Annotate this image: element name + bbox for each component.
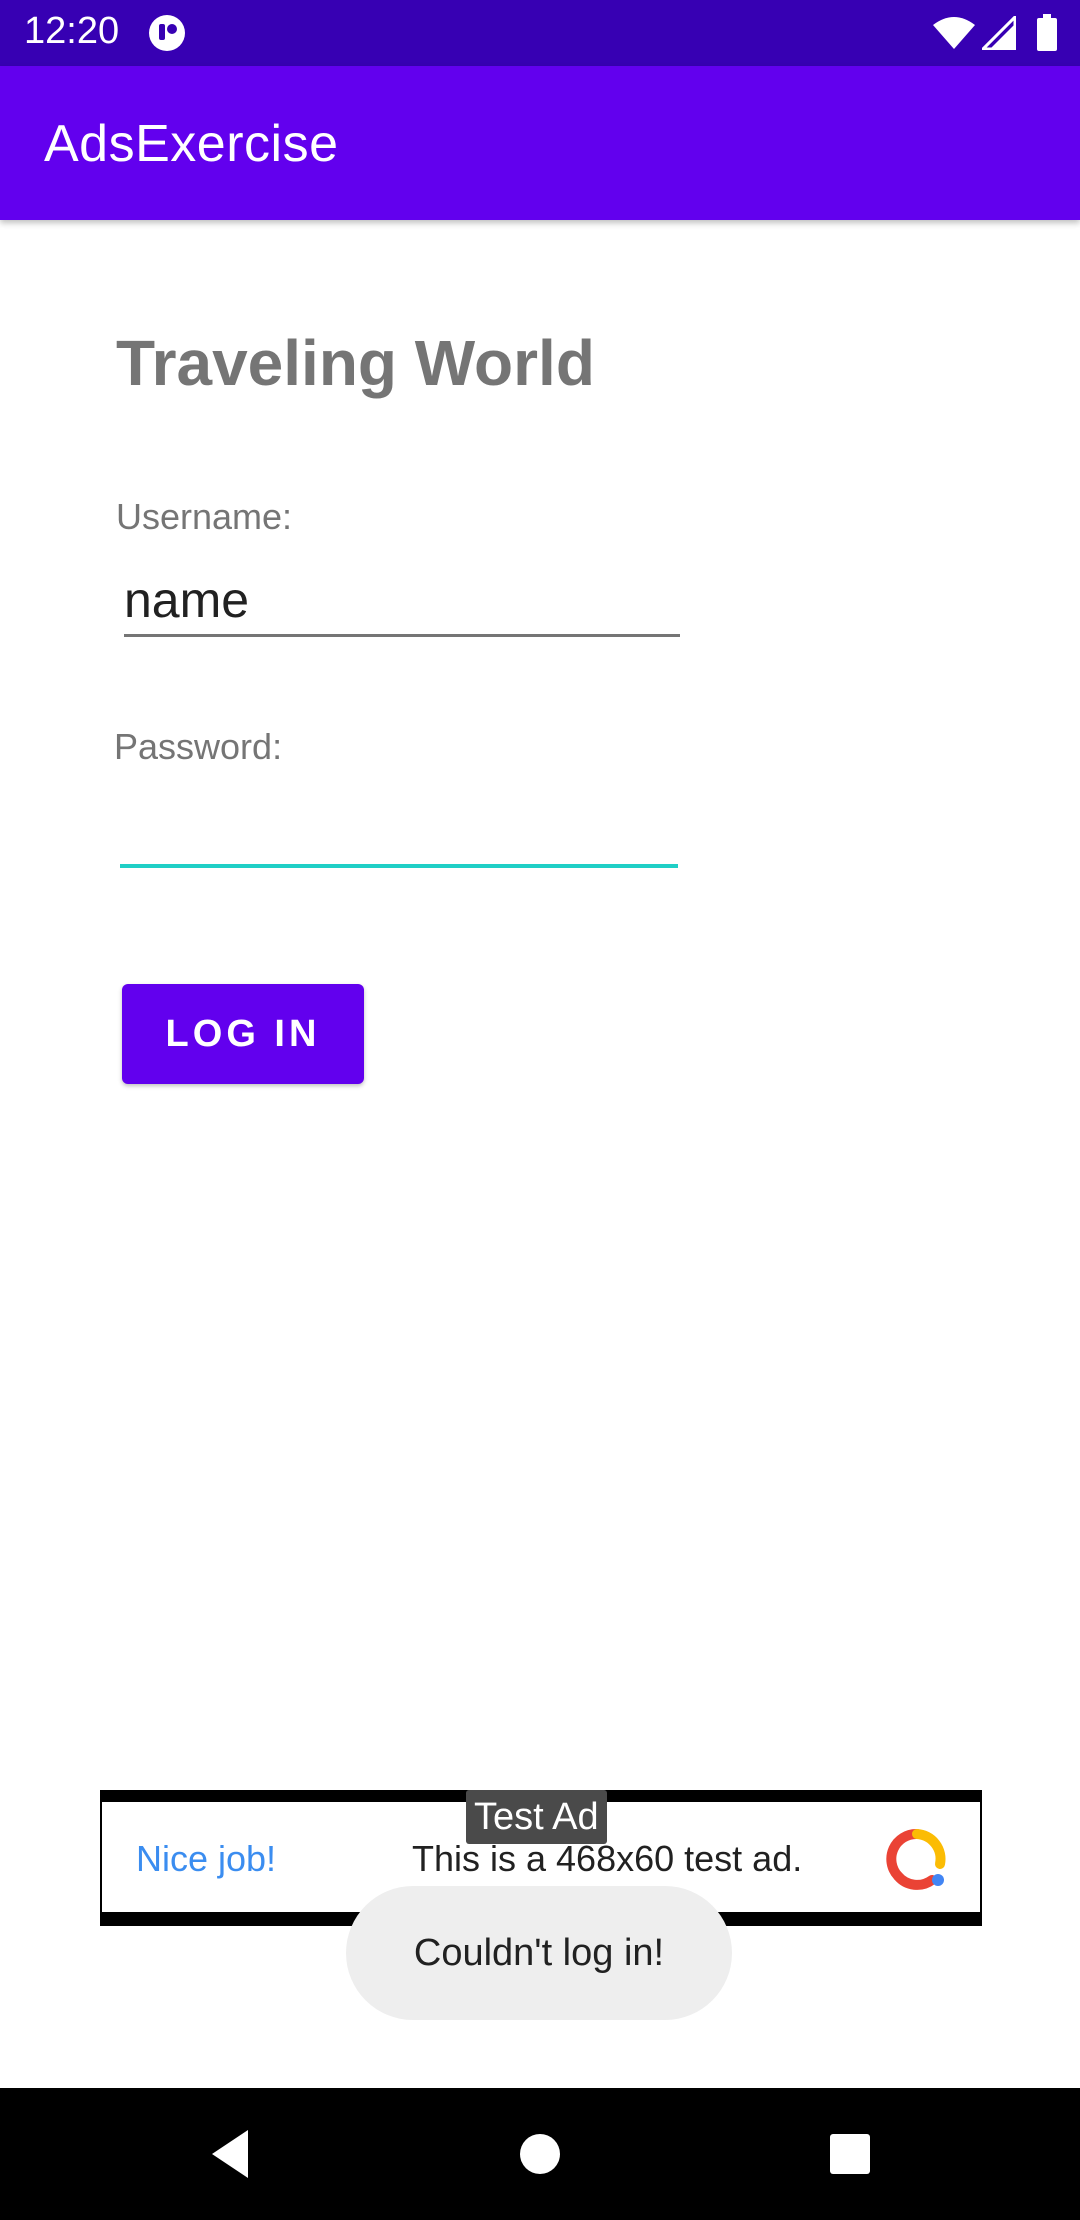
wifi-icon (933, 17, 975, 49)
password-field[interactable] (120, 792, 678, 868)
notification-icon (149, 15, 185, 51)
username-label: Username: (116, 496, 293, 537)
battery-icon (1037, 14, 1057, 51)
app-bar: AdsExercise (0, 66, 1080, 220)
login-button[interactable]: LOG IN (122, 984, 364, 1084)
admob-logo-icon[interactable] (886, 1828, 948, 1890)
recents-icon[interactable] (818, 2122, 882, 2186)
toast-message: Couldn't log in! (346, 1886, 732, 2020)
signal-icon (982, 16, 1016, 50)
page-title: Traveling World (116, 327, 595, 399)
ad-body[interactable]: This is a 468x60 test ad. (412, 1838, 802, 1880)
ad-headline[interactable]: Nice job! (136, 1838, 276, 1880)
password-label: Password: (114, 726, 283, 767)
app-title: AdsExercise (44, 115, 339, 173)
navigation-bar (0, 2088, 1080, 2220)
back-icon[interactable] (202, 2122, 266, 2186)
test-ad-badge: Test Ad (466, 1790, 607, 1844)
username-field[interactable] (124, 566, 680, 637)
home-icon[interactable] (508, 2122, 572, 2186)
status-bar: 12:20 (0, 0, 1080, 66)
status-time: 12:20 (24, 10, 120, 52)
